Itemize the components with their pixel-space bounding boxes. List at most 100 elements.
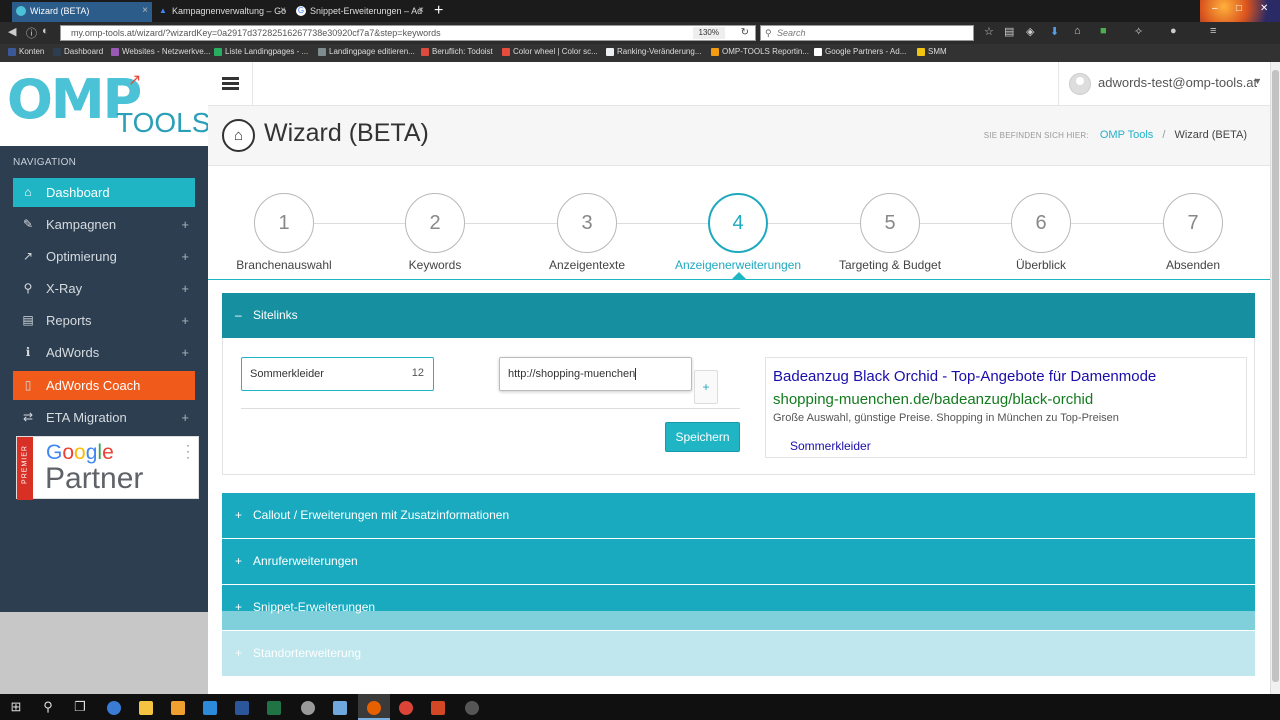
reload-icon[interactable]: ↻ [741, 26, 749, 40]
windows-start-icon[interactable]: ⊞ [0, 694, 32, 720]
task-view-icon[interactable]: ❐ [64, 694, 96, 720]
sitelink-text-value: Sommerkleider [250, 368, 324, 380]
file-explorer-icon[interactable] [130, 694, 162, 720]
page-scrollbar[interactable] [1270, 62, 1280, 694]
search-placeholder: Search [777, 28, 806, 38]
sidebar-item-eta-migration[interactable]: ⇄ ETA Migration + [13, 403, 195, 432]
accordion-sitelinks[interactable]: – Sitelinks [222, 293, 1255, 338]
zoom-level[interactable]: 130% [692, 27, 725, 39]
browser-tab-bar: Wizard (BETA) × ▲ Kampagnenverwaltung – … [0, 0, 1280, 22]
close-tab-icon[interactable]: × [418, 2, 424, 20]
step-label: Keywords [408, 258, 462, 272]
pocket-icon[interactable]: ◈ [1026, 25, 1034, 38]
wizard-step-7[interactable]: 7 Absenden [1118, 193, 1268, 273]
wizard-step-5[interactable]: 5 Targeting & Budget [815, 193, 965, 273]
extension-icon[interactable]: ● [1170, 25, 1177, 37]
sidebar-item-adwords[interactable]: ℹ AdWords + [13, 338, 195, 367]
add-url-button[interactable]: + [694, 370, 718, 404]
bookmark-item[interactable]: Ranking-Veränderung... [606, 47, 702, 56]
bookmark-item[interactable]: Beruflich: Todoist [421, 47, 493, 56]
expand-plus-icon[interactable]: + [181, 306, 189, 335]
bookmark-star-icon[interactable]: ☆ [984, 25, 994, 38]
wizard-step-2[interactable]: 2 Keywords [360, 193, 510, 273]
bookmark-item[interactable]: Color wheel | Color sc... [502, 47, 598, 56]
wizard-step-4[interactable]: 4 Anzeigenerweiterungen [663, 193, 813, 273]
expand-plus-icon[interactable]: + [181, 403, 189, 432]
excel-icon[interactable] [258, 694, 290, 720]
app-icon[interactable] [456, 694, 488, 720]
accordion-location-extension[interactable]: + Standorterweiterung [222, 631, 1255, 676]
accordion-callout[interactable]: + Callout / Erweiterungen mit Zusatzinfo… [222, 493, 1255, 538]
reading-list-icon[interactable]: ▤ [1004, 25, 1014, 38]
info-icon[interactable]: ⓘ [26, 25, 37, 41]
wizard-step-1[interactable]: 1 Branchenauswahl [209, 193, 359, 273]
sidebar-item-dashboard[interactable]: ⌂ Dashboard [13, 178, 195, 207]
extension-icon[interactable]: ■ [1100, 25, 1107, 37]
bookmark-item[interactable]: Konten [8, 47, 44, 56]
save-button[interactable]: Speichern [665, 422, 740, 452]
browser-search-input[interactable]: ⚲ Search [760, 25, 974, 41]
sidebar-item-optimierung[interactable]: ↗ Optimierung + [13, 242, 195, 271]
powerpoint-icon[interactable] [422, 694, 454, 720]
home-icon[interactable]: ⌂ [222, 119, 255, 152]
steps-underline [208, 279, 1270, 280]
scrollbar-thumb[interactable] [1272, 70, 1279, 682]
sidebar-footer-area [0, 612, 208, 694]
url-bar[interactable]: my.omp-tools.at/wizard/?wizardKey=0a2917… [60, 25, 756, 41]
back-icon[interactable]: ◀ [8, 25, 16, 38]
app-icon[interactable] [292, 694, 324, 720]
user-menu[interactable]: adwords-test@omp-tools.at ▼ [1058, 62, 1270, 106]
bookmark-item[interactable]: OMP-TOOLS Reportin... [711, 47, 809, 56]
omp-tools-logo[interactable]: OMP ↗ TOOLS [0, 62, 210, 146]
nav-heading: NAVIGATION [13, 157, 77, 168]
bookmark-item[interactable]: Websites - Netzwerkve... [111, 47, 210, 56]
window-controls: – □ ✕ [1200, 0, 1280, 22]
download-icon[interactable]: ⬇ [1050, 25, 1059, 38]
breadcrumb-link-omp-tools[interactable]: OMP Tools [1100, 129, 1153, 141]
wizard-step-6[interactable]: 6 Überblick [966, 193, 1116, 273]
expand-plus-icon[interactable]: + [181, 274, 189, 303]
accordion-call-extensions[interactable]: + Anruferweiterungen [222, 539, 1255, 584]
more-vertical-icon[interactable]: · · · [186, 439, 190, 463]
chrome-icon[interactable] [390, 694, 422, 720]
sidebar-item-adwords-coach[interactable]: ▯ AdWords Coach [13, 371, 195, 400]
minimize-icon[interactable]: – [1212, 3, 1218, 14]
accordion-snippet-extensions[interactable]: + Snippet-Erweiterungen [222, 585, 1255, 630]
expand-plus-icon[interactable]: + [181, 210, 189, 239]
browser-tab-wizard[interactable]: Wizard (BETA) × [12, 2, 152, 22]
browser-tab-kampagnen[interactable]: ▲ Kampagnenverwaltung – Go × [154, 2, 290, 22]
bookmark-item[interactable]: Dashboard [53, 47, 103, 56]
app-icon[interactable] [194, 694, 226, 720]
sidebar-item-xray[interactable]: ⚲ X-Ray + [13, 274, 195, 303]
extension-icon[interactable]: ✧ [1134, 25, 1143, 38]
breadcrumb-separator: / [1162, 129, 1166, 141]
outlook-icon[interactable] [162, 694, 194, 720]
sitelink-url-input[interactable]: http://shopping-muenchen [499, 357, 692, 391]
bookmark-item[interactable]: Liste Landingpages - ... [214, 47, 308, 56]
word-icon[interactable] [226, 694, 258, 720]
maximize-icon[interactable]: □ [1236, 3, 1242, 14]
new-tab-button[interactable]: + [434, 1, 443, 21]
sidebar-item-reports[interactable]: ▤ Reports + [13, 306, 195, 335]
bookmark-item[interactable]: Landingpage editieren... [318, 47, 415, 56]
browser-tab-snippet[interactable]: G Snippet-Erweiterungen – Ad × [292, 2, 428, 22]
google-partner-badge[interactable]: PREMIER Google Partner · · · [16, 436, 199, 500]
firefox-icon[interactable] [358, 694, 390, 720]
app-icon[interactable] [324, 694, 356, 720]
tab-title: Wizard (BETA) [30, 6, 90, 16]
wizard-step-3[interactable]: 3 Anzeigentexte [512, 193, 662, 273]
close-tab-icon[interactable]: × [280, 2, 286, 20]
bookmark-item[interactable]: Google Partners - Ad... [814, 47, 906, 56]
sidebar-item-kampagnen[interactable]: ✎ Kampagnen + [13, 210, 195, 239]
home-icon[interactable]: ⌂ [1074, 25, 1081, 37]
close-window-icon[interactable]: ✕ [1260, 3, 1268, 14]
hamburger-menu-icon[interactable] [208, 62, 253, 106]
bookmark-item[interactable]: SMM [917, 47, 947, 56]
close-tab-icon[interactable]: × [142, 2, 148, 20]
app-icon[interactable] [98, 694, 130, 720]
menu-icon[interactable]: ≡ [1210, 25, 1216, 37]
sitelink-text-input[interactable]: Sommerkleider 12 [241, 357, 434, 391]
search-icon[interactable]: ⚲ [32, 694, 64, 720]
expand-plus-icon[interactable]: + [181, 242, 189, 271]
expand-plus-icon[interactable]: + [181, 338, 189, 367]
